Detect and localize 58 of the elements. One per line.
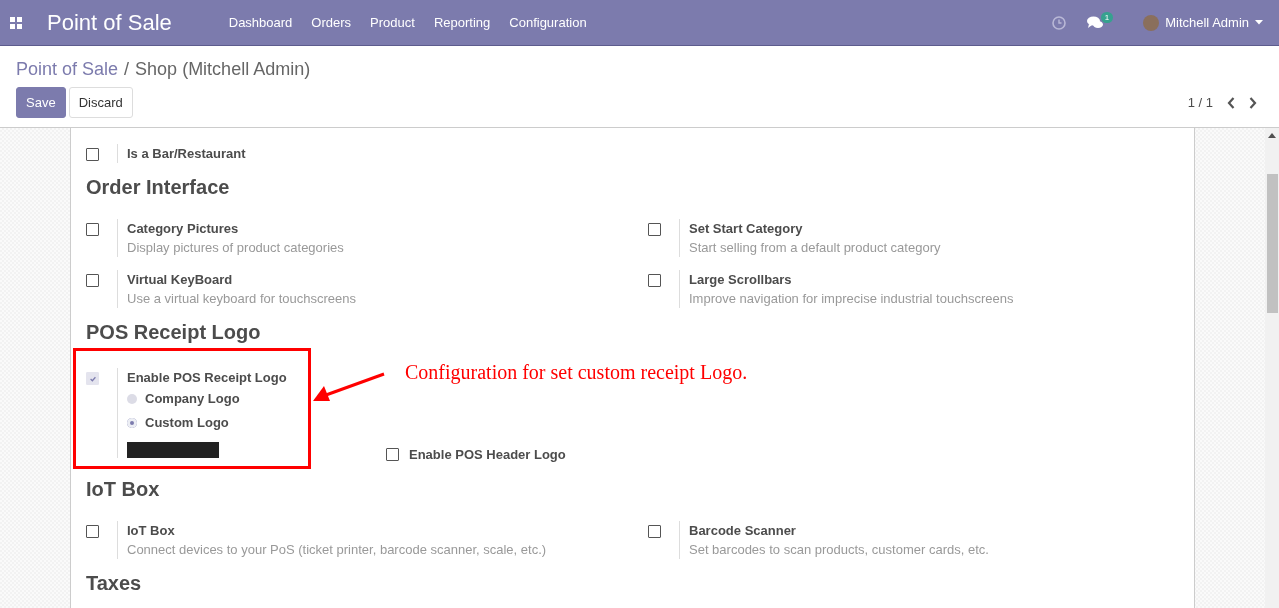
menu-item[interactable]: Orders bbox=[311, 15, 352, 30]
user-name: Mitchell Admin bbox=[1165, 15, 1249, 30]
setting-label: IoT Box bbox=[127, 522, 176, 540]
next-icon[interactable] bbox=[1249, 96, 1257, 109]
setting-description: Start selling from a default product category bbox=[689, 239, 941, 257]
user-menu[interactable]: Mitchell Admin bbox=[1143, 14, 1263, 31]
section-heading: Order Interface bbox=[85, 176, 231, 199]
setting-description: Use a virtual keyboard for touchscreens bbox=[127, 290, 357, 308]
messages-button[interactable] bbox=[1084, 14, 1105, 31]
radio-label: Company Logo bbox=[145, 390, 240, 408]
radio-button[interactable] bbox=[127, 394, 137, 404]
checkbox[interactable] bbox=[86, 148, 99, 162]
setting-label: Category Pictures bbox=[127, 220, 240, 238]
setting-label: Virtual KeyBoard bbox=[127, 271, 234, 289]
app-title[interactable]: Point of Sale bbox=[47, 9, 172, 36]
chat-bubbles-icon bbox=[1086, 16, 1103, 29]
section-heading: Taxes bbox=[85, 572, 143, 595]
checkbox[interactable] bbox=[86, 223, 99, 237]
scrollbar-thumb[interactable] bbox=[1267, 174, 1278, 313]
setting-label: Large Scrollbars bbox=[689, 271, 793, 289]
menu-item[interactable]: Product bbox=[370, 15, 415, 30]
apps-grid-icon[interactable] bbox=[10, 16, 22, 29]
radio-label: Custom Logo bbox=[145, 414, 229, 432]
setting-label: Is a Bar/Restaurant bbox=[127, 145, 246, 163]
caret-icon bbox=[1255, 20, 1263, 25]
menu-item[interactable]: Configuration bbox=[509, 15, 587, 30]
scroll-up-icon[interactable] bbox=[1268, 133, 1276, 138]
section-heading: IoT Box bbox=[85, 478, 161, 501]
checkbox[interactable] bbox=[86, 525, 99, 539]
previous-icon[interactable] bbox=[1227, 96, 1235, 109]
message-count-badge: 1 bbox=[1100, 12, 1114, 23]
breadcrumb-link[interactable]: Point of Sale bbox=[16, 59, 119, 80]
menu-item[interactable]: Reporting bbox=[433, 15, 491, 30]
setting-label: Set Start Category bbox=[689, 220, 804, 238]
setting-description: Set barcodes to scan products, customer cards, etc. bbox=[689, 541, 989, 559]
setting-description: Display pictures of product categories bbox=[127, 239, 344, 257]
breadcrumb-current: Shop (Mitchell Admin) bbox=[135, 59, 311, 80]
section-heading: POS Receipt Logo bbox=[85, 321, 262, 344]
setting-description: Improve navigation for imprecise industrial touchscreens bbox=[689, 290, 1014, 308]
pager-value: 1 / 1 bbox=[1187, 95, 1213, 110]
checkbox[interactable] bbox=[648, 525, 661, 539]
setting-description: Connect devices to your PoS (ticket printer, barcode scanner, scale, etc.) bbox=[127, 541, 547, 559]
scrollbar[interactable] bbox=[1265, 128, 1279, 608]
setting-label: Enable POS Header Logo bbox=[409, 446, 566, 464]
radio-button[interactable] bbox=[127, 418, 137, 428]
menu-item[interactable]: Dashboard bbox=[228, 15, 293, 30]
checkbox[interactable] bbox=[648, 223, 661, 237]
checkbox[interactable] bbox=[648, 274, 661, 288]
annotation-text: Configuration for set custom receipt Logo. bbox=[405, 361, 748, 384]
setting-label: Enable POS Receipt Logo bbox=[127, 369, 287, 387]
checkbox[interactable] bbox=[86, 274, 99, 288]
discard-button[interactable]: Discard bbox=[68, 87, 133, 118]
checkbox[interactable] bbox=[386, 448, 399, 461]
checkmark-icon bbox=[88, 374, 97, 383]
save-button[interactable]: Save bbox=[16, 87, 66, 118]
breadcrumb-separator: / bbox=[124, 59, 130, 80]
avatar-icon bbox=[1143, 14, 1160, 31]
setting-label: Barcode Scanner bbox=[689, 522, 797, 540]
